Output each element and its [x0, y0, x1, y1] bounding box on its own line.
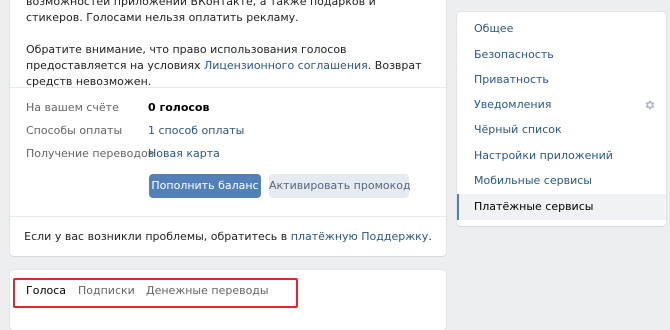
sidebar-item-security[interactable]: Безопасность — [457, 42, 666, 68]
support-note: Если у вас возникли проблемы, обратитесь… — [10, 230, 446, 243]
divider — [10, 216, 446, 217]
balance-value: 0 голосов — [148, 101, 210, 114]
license-notice: Обратите внимание, что право использован… — [26, 42, 431, 90]
payment-methods-link[interactable]: 1 способ оплаты — [148, 123, 244, 139]
top-up-balance-button[interactable]: Пополнить баланс — [149, 174, 261, 198]
sidebar-item-payment-services[interactable]: Платёжные сервисы — [457, 194, 666, 220]
new-card-link[interactable]: Новая карта — [148, 146, 220, 162]
sidebar-item-notifications[interactable]: Уведомления — [457, 92, 666, 118]
support-text-before: Если у вас возникли проблемы, обратитесь… — [24, 230, 291, 243]
votes-description: возможностей приложений ВКонтакте, а так… — [26, 0, 376, 24]
tabs-highlight-box — [13, 278, 298, 308]
payment-methods-label: Способы оплаты — [26, 124, 123, 137]
gear-icon[interactable] — [644, 99, 656, 111]
sidebar-item-app-settings[interactable]: Настройки приложений — [457, 143, 666, 169]
settings-sidebar: Общее Безопасность Приватность Уведомлен… — [457, 12, 666, 226]
sidebar-item-blacklist[interactable]: Чёрный список — [457, 117, 666, 143]
transfers-label: Получение переводов — [26, 147, 155, 160]
sidebar-item-general[interactable]: Общее — [457, 16, 666, 42]
payment-support-link[interactable]: платёжную Поддержку — [291, 230, 429, 243]
support-text-after: . — [428, 230, 432, 243]
license-agreement-link[interactable]: Лицензионного соглашения — [204, 59, 368, 72]
payments-card: возможностей приложений ВКонтакте, а так… — [10, 0, 446, 256]
sidebar-item-label: Уведомления — [474, 98, 552, 111]
balance-label: На вашем счёте — [26, 101, 119, 114]
activate-promo-button[interactable]: Активировать промокод — [269, 174, 411, 198]
divider — [10, 87, 446, 88]
sidebar-item-mobile-services[interactable]: Мобильные сервисы — [457, 168, 666, 194]
sidebar-item-privacy[interactable]: Приватность — [457, 67, 666, 93]
